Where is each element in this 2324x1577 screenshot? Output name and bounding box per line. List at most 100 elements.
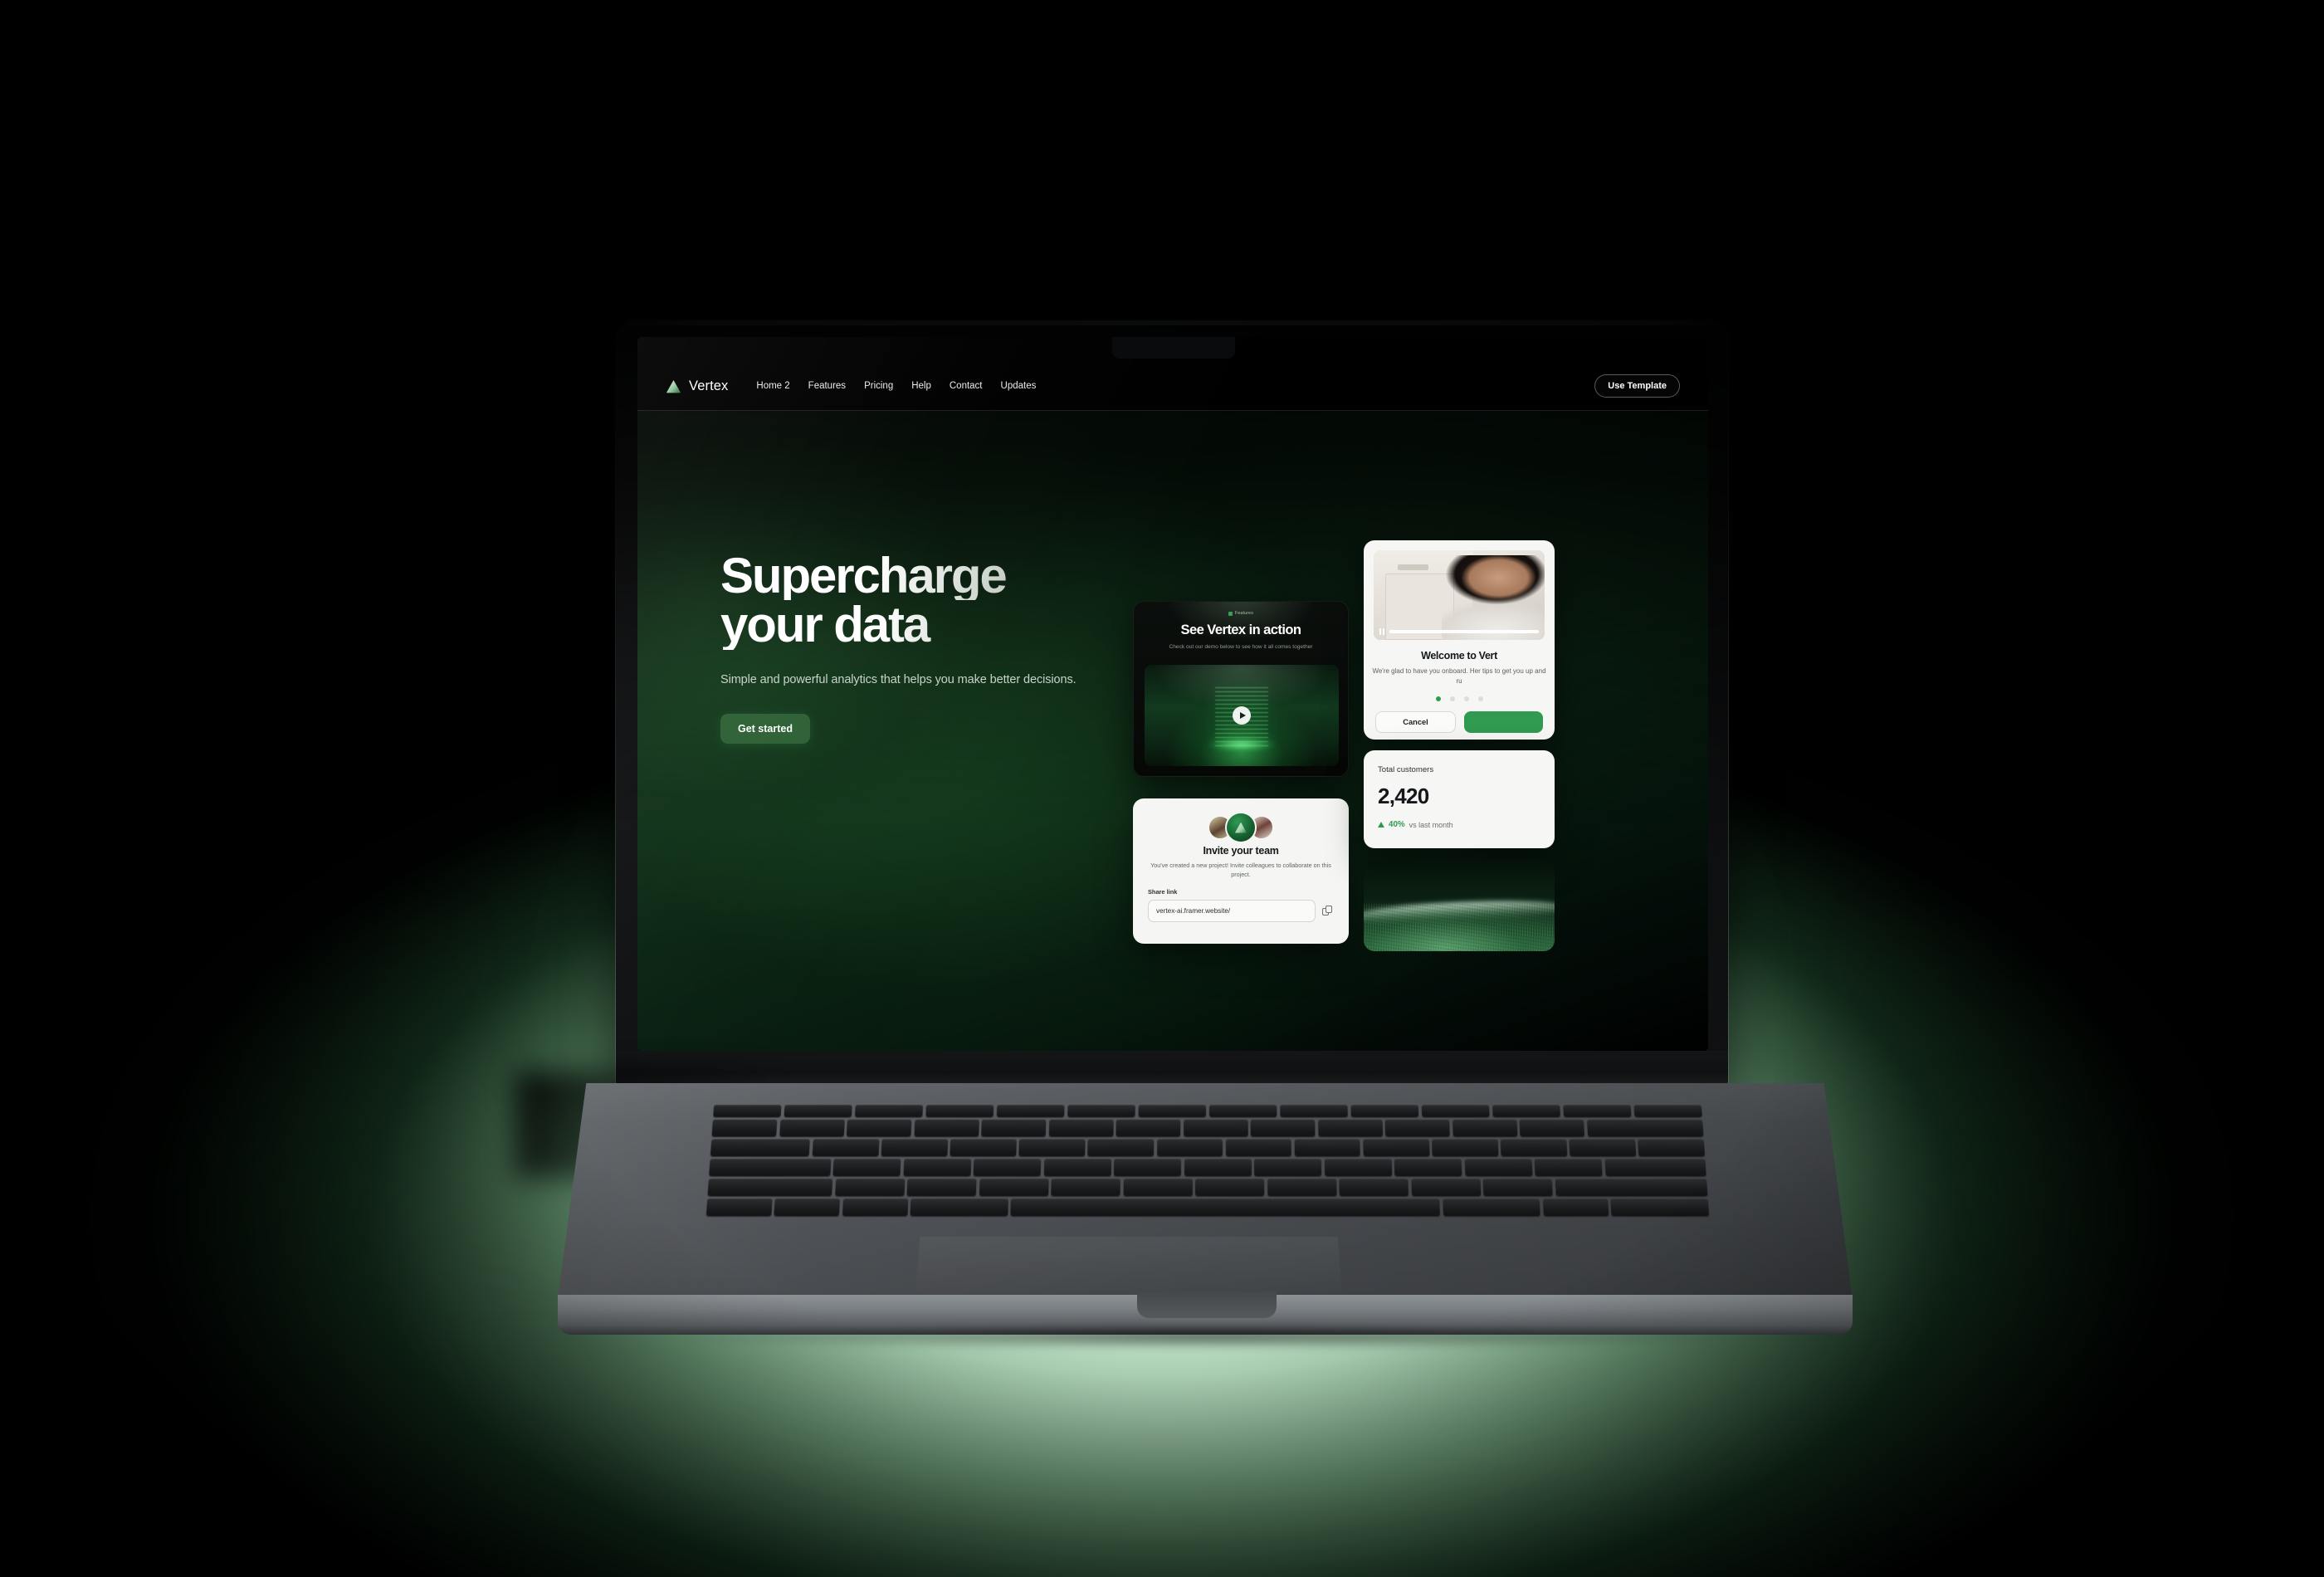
stat-delta: 40% vs last month — [1378, 820, 1453, 829]
key — [711, 1119, 778, 1137]
key — [1114, 1159, 1182, 1176]
key — [950, 1139, 1017, 1157]
website-viewport: Vertex Home 2 Features Pricing Help Cont… — [637, 337, 1708, 1051]
key-backspace — [1586, 1119, 1704, 1137]
laptop-lid-highlight — [619, 320, 1725, 325]
key-shift-left — [707, 1178, 833, 1196]
play-icon[interactable] — [1233, 706, 1251, 725]
nav-link-home2[interactable]: Home 2 — [756, 381, 789, 391]
key — [1633, 1105, 1702, 1117]
welcome-card-actions: Cancel — [1375, 711, 1543, 733]
get-started-button[interactable]: Get started — [720, 713, 810, 744]
key — [1317, 1119, 1383, 1137]
key — [1638, 1139, 1706, 1157]
avatar-group — [1208, 812, 1274, 843]
invite-card-description: You've created a new project! Invite col… — [1150, 862, 1331, 879]
key — [1482, 1178, 1553, 1196]
keyboard-row-home — [709, 1159, 1706, 1176]
carousel-dot-active[interactable] — [1435, 696, 1441, 701]
share-link-label: Share link — [1148, 888, 1178, 896]
share-link-row: vertex-ai.framer.website/ — [1148, 900, 1334, 922]
webcam-notch — [1112, 337, 1235, 359]
key — [1048, 1119, 1114, 1137]
key — [1116, 1119, 1181, 1137]
site-navbar: Vertex Home 2 Features Pricing Help Cont… — [637, 362, 1708, 410]
nav-link-pricing[interactable]: Pricing — [864, 381, 893, 391]
hero-copy: Supercharge your data Simple and powerfu… — [720, 550, 1086, 744]
key — [1500, 1139, 1568, 1157]
carousel-dot[interactable] — [1477, 696, 1483, 701]
hero-subtitle: Simple and powerful analytics that helps… — [720, 672, 1077, 686]
continue-button[interactable] — [1464, 711, 1543, 733]
carousel-dot[interactable] — [1463, 696, 1469, 701]
welcome-card-description: We're glad to have you onboard. Her tips… — [1372, 667, 1546, 685]
key — [832, 1159, 901, 1176]
key-command-right — [1442, 1198, 1541, 1217]
stat-label: Total customers — [1378, 765, 1434, 774]
key — [1254, 1159, 1322, 1176]
share-link-input[interactable]: vertex-ai.framer.website/ — [1148, 900, 1316, 922]
key — [925, 1105, 994, 1117]
key — [881, 1139, 948, 1157]
demo-card: Features See Vertex in action Check out … — [1133, 601, 1349, 777]
video-controls[interactable] — [1379, 628, 1539, 635]
key — [1294, 1139, 1361, 1157]
nav-link-contact[interactable]: Contact — [950, 381, 983, 391]
nav-links: Home 2 Features Pricing Help Contact Upd… — [756, 381, 1036, 391]
cancel-button[interactable]: Cancel — [1375, 711, 1456, 733]
key — [1464, 1159, 1533, 1176]
laptop-device: Vertex Home 2 Features Pricing Help Cont… — [0, 0, 2324, 1577]
carousel-dot[interactable] — [1449, 696, 1455, 701]
navbar-divider — [637, 410, 1708, 411]
video-progress-bar[interactable] — [1389, 630, 1539, 633]
key — [1138, 1105, 1207, 1117]
key — [1324, 1159, 1392, 1176]
key-fn — [706, 1198, 773, 1217]
nav-link-features[interactable]: Features — [808, 381, 846, 391]
key-arrows — [1610, 1198, 1710, 1217]
key — [981, 1119, 1047, 1137]
key-space — [1010, 1198, 1441, 1217]
key-command-left — [910, 1198, 1008, 1217]
use-template-button[interactable]: Use Template — [1594, 374, 1680, 398]
key — [914, 1119, 979, 1137]
key — [1123, 1178, 1193, 1196]
key-capslock — [709, 1159, 832, 1176]
keyboard-row-qwertz — [710, 1139, 1706, 1157]
video-person — [1442, 555, 1545, 640]
nav-link-help[interactable]: Help — [911, 381, 931, 391]
key — [979, 1178, 1049, 1196]
key — [854, 1105, 924, 1117]
key — [1208, 1105, 1277, 1117]
key — [1043, 1159, 1111, 1176]
video-shelf — [1397, 564, 1428, 570]
key — [1018, 1139, 1086, 1157]
onboarding-video[interactable] — [1374, 550, 1545, 640]
key — [1421, 1105, 1490, 1117]
landscape-texture — [1364, 903, 1555, 951]
demo-card-subtitle: Check out our demo below to see how it a… — [1169, 644, 1313, 650]
keyboard[interactable] — [706, 1105, 1711, 1228]
key — [1350, 1105, 1419, 1117]
arrow-up-icon — [1378, 822, 1384, 828]
nav-link-updates[interactable]: Updates — [1001, 381, 1037, 391]
demo-video-thumbnail[interactable] — [1145, 665, 1339, 766]
laptop-contact-shadow — [548, 1325, 1868, 1355]
key — [713, 1105, 782, 1117]
key-enter — [1604, 1159, 1706, 1176]
brand-logo[interactable]: Vertex — [666, 378, 728, 394]
key — [1431, 1139, 1499, 1157]
key — [1279, 1105, 1349, 1117]
welcome-modal-card: Welcome to Vert We're glad to have you o… — [1364, 540, 1555, 740]
key — [1569, 1139, 1637, 1157]
copy-icon[interactable] — [1322, 905, 1334, 917]
demo-card-title: See Vertex in action — [1180, 622, 1301, 637]
key — [812, 1139, 880, 1157]
triangle-logo-icon — [1235, 822, 1247, 833]
key — [1195, 1178, 1265, 1196]
key — [1534, 1159, 1603, 1176]
laptop-screen: Vertex Home 2 Features Pricing Help Cont… — [637, 337, 1708, 1051]
key — [1183, 1119, 1248, 1137]
welcome-card-title: Welcome to Vert — [1421, 650, 1497, 662]
pause-icon[interactable] — [1379, 628, 1385, 635]
